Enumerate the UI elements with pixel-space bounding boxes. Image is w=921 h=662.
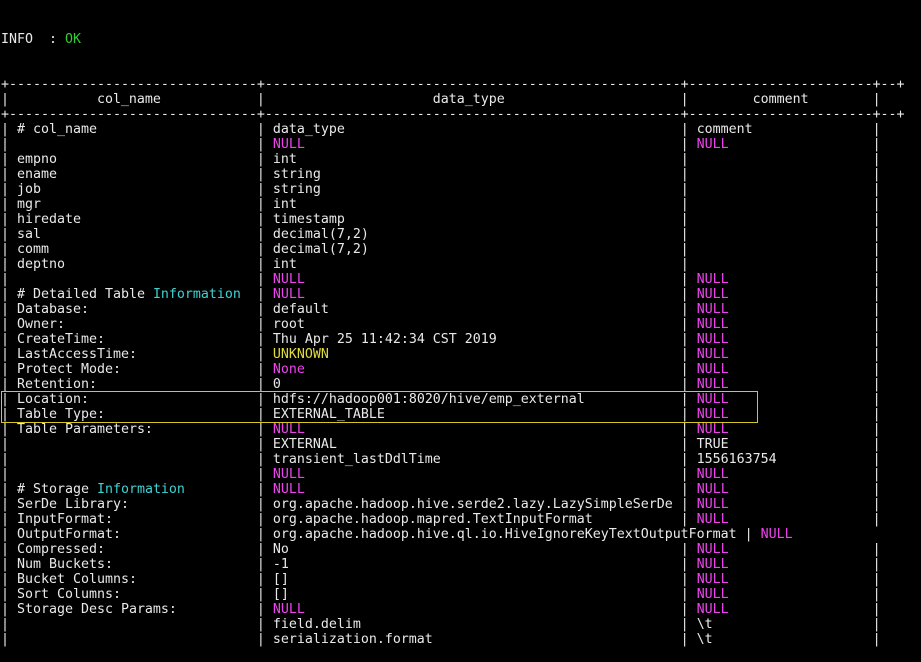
table-row: | Bucket Columns: | [] | NULL | — [1, 572, 921, 587]
table-row: | ename | string | | — [1, 167, 921, 182]
table-row: | | EXTERNAL | TRUE | — [1, 437, 921, 452]
table-row: | Storage Desc Params: | NULL | NULL | — [1, 602, 921, 617]
status-value: OK — [65, 32, 81, 47]
table-row: | Table Parameters: | NULL | NULL | — [1, 422, 921, 437]
table-row: | Owner: | root | NULL | — [1, 317, 921, 332]
table-row: | Protect Mode: | None | NULL | — [1, 362, 921, 377]
table-row: | InputFormat: | org.apache.hadoop.mapre… — [1, 512, 921, 527]
table-row: | comm | decimal(7,2) | | — [1, 242, 921, 257]
table-row: | job | string | | — [1, 182, 921, 197]
table-row: | # Detailed Table Information | NULL | … — [1, 287, 921, 302]
status-line: INFO : OK — [1, 32, 921, 47]
terminal-window[interactable]: INFO : OK +-----------------------------… — [0, 0, 921, 662]
table-border: +-------------------------------+-------… — [1, 107, 921, 122]
table-row: | Retention: | 0 | NULL | — [1, 377, 921, 392]
table-row: | SerDe Library: | org.apache.hadoop.hiv… — [1, 497, 921, 512]
table-row: | empno | int | | — [1, 152, 921, 167]
table-row: | | field.delim | \t | — [1, 617, 921, 632]
table-row: | # Storage Information | NULL | NULL | — [1, 482, 921, 497]
table-row: | sal | decimal(7,2) | | — [1, 227, 921, 242]
table-header-row: | col_name | data_type | comment | — [1, 92, 921, 107]
table-row: | CreateTime: | Thu Apr 25 11:42:34 CST … — [1, 332, 921, 347]
table-row: | | NULL | NULL | — [1, 137, 921, 152]
table-row: | Database: | default | NULL | — [1, 302, 921, 317]
table-row: | Num Buckets: | -1 | NULL | — [1, 557, 921, 572]
table-row: | | transient_lastDdlTime | 1556163754 | — [1, 452, 921, 467]
table-row: | Location: | hdfs://hadoop001:8020/hive… — [1, 392, 921, 407]
table-row: | | NULL | NULL | — [1, 272, 921, 287]
table-row: | LastAccessTime: | UNKNOWN | NULL | — [1, 347, 921, 362]
table-row: | | serialization.format | \t | — [1, 632, 921, 647]
table-row: | mgr | int | | — [1, 197, 921, 212]
table-row: | deptno | int | | — [1, 257, 921, 272]
table-row: | | NULL | NULL | — [1, 467, 921, 482]
table-row: | # col_name | data_type | comment | — [1, 122, 921, 137]
status-level: INFO — [1, 32, 33, 47]
hive-describe-formatted-output: +-------------------------------+-------… — [1, 77, 921, 647]
table-row: | hiredate | timestamp | | — [1, 212, 921, 227]
table-border: +-------------------------------+-------… — [1, 77, 921, 92]
table-row: | Compressed: | No | NULL | — [1, 542, 921, 557]
table-row: | OutputFormat: | org.apache.hadoop.hive… — [1, 527, 921, 542]
table-row: | Table Type: | EXTERNAL_TABLE | NULL | — [1, 407, 921, 422]
status-separator: : — [33, 32, 65, 47]
table-row: | Sort Columns: | [] | NULL | — [1, 587, 921, 602]
